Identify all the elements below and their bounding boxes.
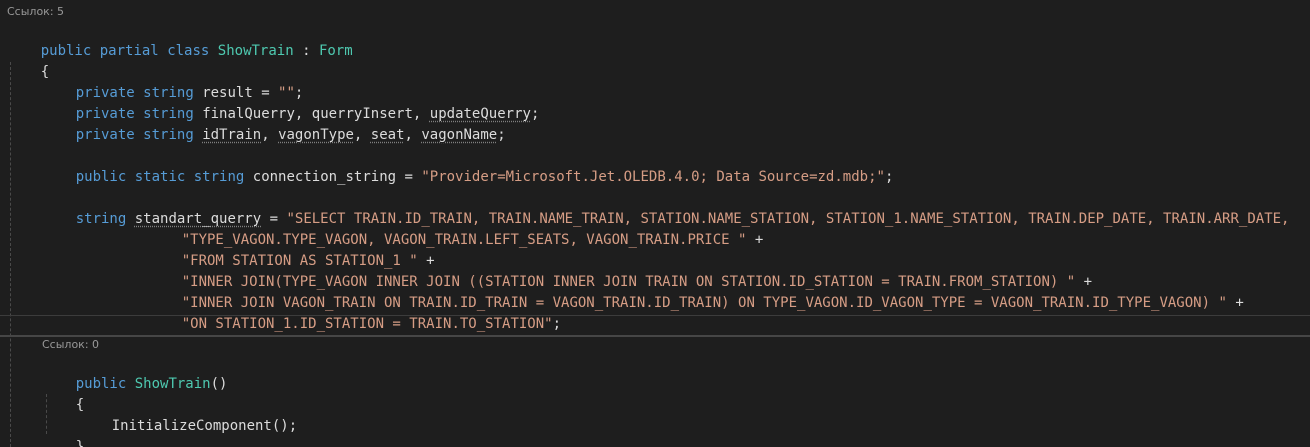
operator: + xyxy=(1226,295,1244,311)
identifier: connection_string = xyxy=(252,169,422,185)
keyword: string xyxy=(75,211,127,227)
class-name: ShowTrain xyxy=(217,43,294,59)
keyword: string xyxy=(193,169,245,185)
punctuation: ; xyxy=(552,316,562,332)
method-call: InitializeComponent(); xyxy=(111,418,298,434)
code-editor[interactable]: Ссылок: 5 public partial class ShowTrain… xyxy=(0,0,1310,447)
base-class-name: Form xyxy=(318,43,353,59)
code-line[interactable]: string standart_querry = "SELECT TRAIN.I… xyxy=(42,188,1290,227)
code-line[interactable]: private string finalQuerry, querryInsert… xyxy=(42,83,540,122)
code-line[interactable]: public ShowTrain() xyxy=(42,353,228,392)
punctuation: , xyxy=(404,127,422,143)
unused-identifier: idTrain xyxy=(202,127,262,143)
unused-identifier: seat xyxy=(370,127,405,143)
punctuation: () xyxy=(210,376,228,392)
codelens-references[interactable]: Ссылок: 5 xyxy=(7,5,64,19)
code-line[interactable]: InitializeComponent(); xyxy=(78,395,297,434)
unused-identifier: vagonName xyxy=(421,127,498,143)
code-line[interactable]: private string idTrain, vagonType, seat,… xyxy=(42,104,506,143)
code-line[interactable]: } xyxy=(42,416,84,447)
punctuation: ; xyxy=(884,169,894,185)
code-line[interactable]: public static string connection_string =… xyxy=(42,146,894,185)
unused-identifier: vagonType xyxy=(278,127,354,143)
code-line[interactable]: { xyxy=(7,41,49,80)
code-line[interactable]: "ON STATION_1.ID_STATION = TRAIN.TO_STAT… xyxy=(148,293,561,332)
punctuation: ; xyxy=(530,106,540,122)
keyword: class xyxy=(167,43,210,59)
code-line[interactable]: "INNER JOIN(TYPE_VAGON INNER JOIN ((STAT… xyxy=(148,251,1092,290)
keyword: private xyxy=(75,127,135,143)
punctuation: , xyxy=(261,127,279,143)
codelens-references[interactable]: Ссылок: 0 xyxy=(42,338,99,352)
punctuation: , xyxy=(353,127,371,143)
keyword: static xyxy=(134,169,186,185)
keyword: partial xyxy=(99,43,159,59)
keyword: public xyxy=(75,169,127,185)
code-line[interactable]: "INNER JOIN VAGON_TRAIN ON TRAIN.ID_TRAI… xyxy=(148,272,1244,311)
code-line[interactable]: "TYPE_VAGON.TYPE_VAGON, VAGON_TRAIN.LEFT… xyxy=(148,209,764,248)
punctuation: : xyxy=(293,43,319,59)
string-literal: "Provider=Microsoft.Jet.OLEDB.4.0; Data … xyxy=(421,169,885,185)
constructor-name: ShowTrain xyxy=(134,376,211,392)
indent-guide xyxy=(10,62,11,447)
punctuation: ; xyxy=(497,127,506,143)
code-line[interactable]: { xyxy=(42,374,84,413)
code-line[interactable]: "FROM STATION AS STATION_1 " + xyxy=(148,230,435,269)
brace: } xyxy=(75,439,85,447)
operator: + xyxy=(746,232,764,248)
keyword: string xyxy=(143,127,194,143)
string-literal: "ON STATION_1.ID_STATION = TRAIN.TO_STAT… xyxy=(181,316,553,332)
code-line[interactable]: public partial class ShowTrain : Form xyxy=(7,20,353,59)
code-line[interactable]: private string result = ""; xyxy=(42,62,304,101)
